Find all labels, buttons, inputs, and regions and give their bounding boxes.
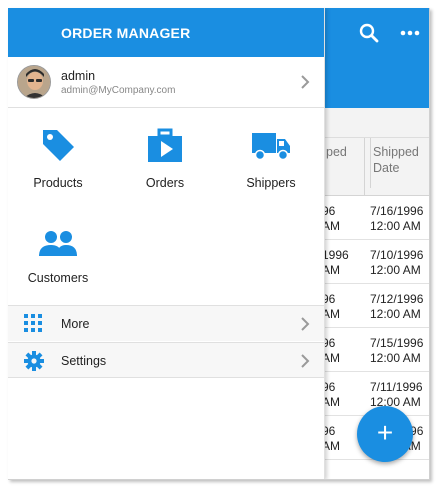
avatar — [17, 65, 51, 99]
tile-label: Customers — [27, 271, 89, 285]
column-header-line: Date — [373, 161, 400, 175]
cell-partial: 96 AM — [322, 380, 362, 410]
column-divider — [364, 138, 365, 196]
chevron-right-icon — [300, 353, 310, 374]
app-title: ORDER MANAGER — [61, 25, 191, 41]
column-header-line: Shipped — [373, 145, 419, 159]
account-name: admin — [61, 69, 96, 83]
cell-text: 1996 — [322, 248, 349, 262]
search-icon[interactable] — [358, 22, 380, 44]
cell-partial: 1996 AM — [322, 248, 362, 278]
play-briefcase-icon — [115, 127, 215, 170]
cell-text: 7/15/1996 — [370, 336, 424, 350]
cell-text: 12:00 AM — [370, 307, 421, 321]
cell-text: 12:00 AM — [370, 219, 421, 233]
tile-customers[interactable]: Customers — [8, 226, 108, 285]
drawer-header: ORDER MANAGER — [8, 8, 324, 57]
cell-text: 12:00 AM — [370, 263, 421, 277]
cell-partial: 96 AM — [322, 336, 362, 366]
gear-icon — [24, 351, 44, 376]
menu-item-settings[interactable]: Settings — [8, 342, 324, 378]
cell-partial: 96 AM — [322, 424, 362, 454]
tag-icon — [8, 127, 108, 170]
cell-text: 7/10/1996 — [370, 248, 424, 262]
cell-partial: 96 AM — [322, 204, 362, 234]
cell-shipped-date: 7/16/1996 12:00 AM — [370, 204, 429, 234]
navigation-drawer: ORDER MANAGER admin admin@MyCompany.com — [8, 8, 325, 479]
tile-orders[interactable]: Orders — [115, 127, 215, 190]
cell-text: 12:00 AM — [370, 351, 421, 365]
chevron-right-icon — [300, 74, 310, 95]
cell-text: 7/12/1996 — [370, 292, 424, 306]
menu-label: More — [61, 317, 90, 331]
tile-label: Orders — [145, 176, 185, 190]
menu-label: Settings — [61, 354, 107, 368]
more-options-icon[interactable] — [400, 22, 420, 44]
tile-shippers[interactable]: Shippers — [221, 127, 321, 190]
cell-shipped-date: 7/12/1996 12:00 AM — [370, 292, 429, 322]
cell-shipped-date: 7/15/1996 12:00 AM — [370, 336, 429, 366]
menu-item-more[interactable]: More — [8, 305, 324, 341]
account-email: admin@MyCompany.com — [61, 85, 176, 96]
truck-icon — [221, 127, 321, 170]
column-header-shipped-partial[interactable]: ped — [326, 144, 362, 160]
add-button[interactable]: + — [357, 406, 413, 462]
people-icon — [8, 226, 108, 265]
tile-label: Shippers — [246, 176, 296, 190]
cell-text: 7/16/1996 — [370, 204, 424, 218]
cell-partial: 96 AM — [322, 292, 362, 322]
cell-shipped-date: 7/10/1996 12:00 AM — [370, 248, 429, 278]
chevron-right-icon — [300, 316, 310, 337]
column-header-shipped-date[interactable]: Shipped Date — [370, 138, 429, 188]
cell-text: 7/11/1996 — [370, 380, 423, 394]
tile-products[interactable]: Products — [8, 127, 108, 190]
apps-grid-icon — [24, 314, 42, 337]
app-window: ped Shipped Date 96 AM 7/16/1996 12:00 AM … — [8, 8, 430, 480]
account-row[interactable]: admin admin@MyCompany.com — [8, 57, 324, 108]
tile-label: Products — [33, 176, 83, 190]
